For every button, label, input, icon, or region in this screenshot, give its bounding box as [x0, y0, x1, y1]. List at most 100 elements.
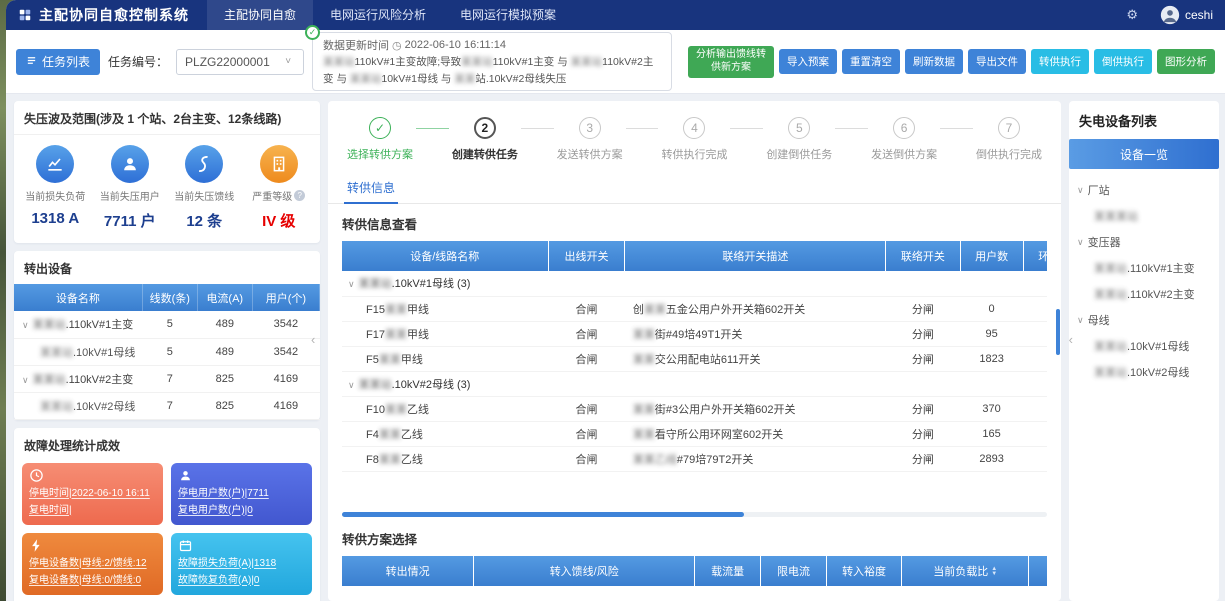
text: F17	[366, 329, 385, 341]
redacted-text: 某某	[385, 329, 407, 341]
import-plan-button[interactable]: 导入预案	[779, 49, 837, 74]
tie-switch-desc-cell: 某某交公用配电站611开关	[625, 346, 886, 371]
redacted-text: 某某站	[323, 56, 355, 68]
tile-line-1: 停电时间|2022-06-10 16:11	[29, 485, 156, 502]
tab-transfer-info[interactable]: 转供信息	[344, 172, 398, 204]
export-file-button[interactable]: 导出文件	[968, 49, 1026, 74]
group-label-cell: ∨某某站.10kV#1母线 (3)	[342, 271, 1047, 296]
sort-arrows-icon[interactable]: ▲▼	[991, 567, 997, 577]
tree-group[interactable]: ∨变压器	[1077, 229, 1211, 255]
top-navbar: 主配协同自愈控制系统 主配协同自愈电网运行风险分析电网运行模拟预案 ⚙ cesh…	[6, 0, 1225, 30]
step-connector	[626, 128, 659, 129]
tree-item[interactable]: 某某某站	[1077, 203, 1211, 229]
redacted-text: 某某站	[1094, 286, 1127, 302]
table-row[interactable]: 某某站.10kV#2母线78254169	[14, 392, 320, 419]
stat-label-text: 当前损失负荷	[25, 188, 85, 203]
device-name-cell: ∨某某站.110kV#2主变	[14, 365, 142, 392]
horizontal-scrollbar	[342, 512, 1047, 517]
redacted-text: 某某站	[461, 56, 493, 68]
column-header: 用户(个)	[252, 284, 319, 311]
transfer-execute-button[interactable]: 转供执行	[1031, 49, 1089, 74]
chevron-down-icon[interactable]: ∨	[22, 375, 29, 385]
user-avatar[interactable]	[1160, 5, 1180, 25]
ring-plan-cell: 3(1)	[1023, 446, 1047, 471]
toolbar: 任务列表 任务编号： PLZG22000001 ˅ ✓ 数据更新时间 ◷ 202…	[6, 30, 1225, 94]
tree-item[interactable]: 某某站.10kV#2母线	[1077, 359, 1211, 385]
group-row[interactable]: ∨某某站.10kV#2母线 (3)	[342, 371, 1047, 396]
text: 街#49培49T1开关	[655, 329, 742, 341]
refresh-data-button[interactable]: 刷新数据	[905, 49, 963, 74]
step-connector	[521, 128, 554, 129]
table-row[interactable]: F4某某乙线合闸某某看守所公用环网室602开关分闸1653(2)33未执行F8看…	[342, 421, 1047, 446]
impact-stat: 当前失压馈线12 条	[167, 145, 242, 231]
tie-switch-desc-cell: 某某乙线#79培79T2开关	[625, 446, 886, 471]
tree-group[interactable]: ∨母线	[1077, 307, 1211, 333]
chevron-down-icon[interactable]: ∨	[348, 380, 355, 390]
group-row[interactable]: ∨某某站.10kV#1母线 (3)	[342, 271, 1047, 296]
redacted-text: 某某	[633, 329, 655, 341]
tie-switch-cell: 分闸	[886, 321, 960, 346]
text: .10kV#2母线 (3)	[392, 379, 471, 391]
tab-bar: 转供信息	[328, 172, 1061, 204]
bolt-icon	[29, 538, 156, 554]
app-logo-icon	[18, 8, 32, 22]
table-row[interactable]: F8某某乙线合闸某某乙线#79培79T2开关分闸28933(1)97未执行F5和…	[342, 446, 1047, 471]
redacted-text: 某某	[379, 454, 401, 466]
table-row[interactable]: 某某站.10kV#1母线54893542	[14, 338, 320, 365]
plan-select-table: 转出情况转入馈线/风险载流量限电流转入裕度当前负载比▲▼单条线转后负载比▲▼整体…	[342, 556, 1047, 586]
text: 乙线	[401, 454, 423, 466]
text: 甲线	[401, 354, 423, 366]
vertical-scrollbar[interactable]	[1056, 309, 1060, 355]
lines-cell: 7	[142, 365, 197, 392]
group-label-cell: ∨某某站.10kV#2母线 (3)	[342, 371, 1047, 396]
reset-clear-button[interactable]: 重置清空	[842, 49, 900, 74]
chevron-down-icon: ∨	[1077, 315, 1084, 326]
graph-analysis-button[interactable]: 图形分析	[1157, 49, 1215, 74]
current-cell: 825	[197, 365, 252, 392]
task-list-button[interactable]: 任务列表	[16, 49, 100, 75]
backfeed-execute-button[interactable]: 倒供执行	[1094, 49, 1152, 74]
ring-plan-cell: 3(2)	[1023, 421, 1047, 446]
text: 乙线	[401, 429, 423, 441]
analyze-output-plan-button[interactable]: 分析输出馈线转供新方案	[688, 46, 774, 78]
table-row[interactable]: F5某某甲线合闸某某交公用配电站611开关分闸18233(2)37未执行F16马…	[342, 346, 1047, 371]
outage-load-tile: 故障损失负荷(A)|1318故障恢复负荷(A)|0	[171, 533, 312, 595]
collapse-left-panel-icon[interactable]: ‹	[311, 332, 315, 347]
tree-group[interactable]: ∨厂站	[1077, 177, 1211, 203]
stat-value: 12 条	[167, 210, 242, 231]
text: .10kV#1母线	[73, 347, 135, 359]
nav-item[interactable]: 电网运行模拟预案	[443, 0, 573, 30]
tree-item[interactable]: 某某站.10kV#1母线	[1077, 333, 1211, 359]
chevron-down-icon[interactable]: ∨	[22, 320, 29, 330]
tie-switch-cell: 分闸	[886, 396, 960, 421]
transfer-info-title: 转供信息查看	[342, 204, 1047, 241]
main-panel: ✓选择转供方案2创建转供任务3发送转供方案4转供执行完成5创建倒供任务6发送倒供…	[328, 101, 1061, 601]
table-row[interactable]: F17某某甲线合闸某某街#49培49T1开关分闸954(3)171未执行F7天某…	[342, 321, 1047, 346]
nav-item[interactable]: 电网运行风险分析	[313, 0, 443, 30]
text: 甲线	[407, 304, 429, 316]
collapse-right-panel-icon[interactable]: ‹	[1069, 332, 1073, 347]
nav-item[interactable]: 主配协同自愈	[207, 0, 313, 30]
column-header-sortable[interactable]: 单条线转后负载比▲▼	[1029, 556, 1047, 586]
device-overview-button[interactable]: 设备一览	[1069, 139, 1219, 169]
tree-item[interactable]: 某某站.110kV#1主变	[1077, 255, 1211, 281]
tie-switch-cell: 分闸	[886, 296, 960, 321]
device-tree: ∨厂站某某某站∨变压器某某站.110kV#1主变某某站.110kV#2主变∨母线…	[1069, 169, 1219, 393]
check-circle-icon: ✓	[305, 25, 320, 40]
table-row[interactable]: F15某某甲线合闸创某某五金公用户外开关箱602开关分闸01(1)176未执行F…	[342, 296, 1047, 321]
users-cell: 4169	[252, 392, 319, 419]
table-row[interactable]: ∨某某站.110kV#2主变78254169	[14, 365, 320, 392]
settings-gear-icon[interactable]: ⚙	[1126, 7, 1138, 23]
help-icon[interactable]: ?	[294, 190, 305, 201]
column-header-sortable[interactable]: 当前负载比▲▼	[902, 556, 1029, 586]
table-row[interactable]: ∨某某站.110kV#1主变54893542	[14, 311, 320, 338]
chevron-down-icon[interactable]: ∨	[348, 279, 355, 289]
device-panel: 失电设备列表 设备一览 ∨厂站某某某站∨变压器某某站.110kV#1主变某某站.…	[1069, 101, 1219, 601]
scrollbar-thumb[interactable]	[342, 512, 744, 517]
ring-plan-cell: 3(2)	[1023, 346, 1047, 371]
tree-item[interactable]: 某某站.110kV#2主变	[1077, 281, 1211, 307]
table-row[interactable]: F10某某乙线合闸某某街#3公用户外开关箱602开关分闸3702(1)24未执行…	[342, 396, 1047, 421]
task-no-select[interactable]: PLZG22000001 ˅	[176, 49, 304, 75]
column-header: 联络开关	[886, 241, 960, 271]
stat-value: IV 级	[242, 210, 317, 231]
